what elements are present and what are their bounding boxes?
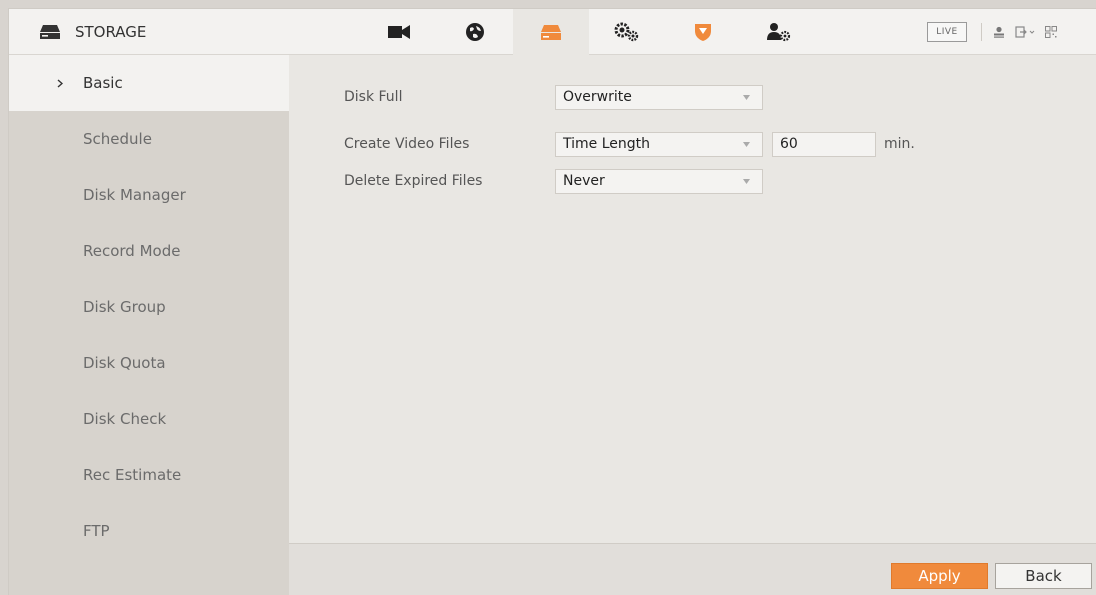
security-shield-icon: [695, 24, 711, 41]
create-video-files-value: Time Length: [563, 136, 651, 152]
sidebar-item-label: Record Mode: [83, 242, 181, 260]
sidebar-item-label: Disk Group: [83, 298, 166, 316]
back-button[interactable]: Back: [995, 563, 1092, 589]
header-divider: [981, 23, 982, 41]
disk-full-value: Overwrite: [563, 89, 632, 105]
logout-icon[interactable]: [1015, 26, 1035, 38]
camera-icon: [388, 25, 410, 39]
tab-camera[interactable]: [361, 9, 437, 55]
storage-icon: [541, 24, 561, 40]
system-gears-icon: [614, 22, 639, 42]
chevron-right-icon: [57, 55, 63, 111]
user-icon[interactable]: [993, 26, 1005, 38]
sidebar-item-label: Basic: [83, 74, 123, 92]
sidebar-item-label: FTP: [83, 522, 110, 540]
create-video-files-select[interactable]: Time Length: [555, 131, 763, 157]
page-title: STORAGE: [75, 23, 147, 41]
create-video-files-label: Create Video Files: [344, 136, 470, 152]
time-length-unit: min.: [884, 136, 915, 152]
apply-button[interactable]: Apply: [891, 563, 988, 589]
account-settings-icon: [767, 23, 791, 42]
sidebar-item-disk-quota[interactable]: Disk Quota: [9, 335, 289, 391]
sidebar-item-rec-estimate[interactable]: Rec Estimate: [9, 447, 289, 503]
sidebar: Basic Schedule Disk Manager Record Mode …: [9, 55, 289, 595]
sidebar-item-disk-group[interactable]: Disk Group: [9, 279, 289, 335]
footer-bar: Apply Back: [289, 543, 1096, 595]
storage-icon: [39, 24, 61, 40]
header-actions: [993, 22, 1057, 42]
tab-storage[interactable]: [513, 9, 589, 55]
delete-expired-files-label: Delete Expired Files: [344, 173, 483, 189]
top-header: STORAGE LIVE: [9, 9, 1096, 55]
disk-full-label: Disk Full: [344, 89, 403, 105]
chevron-down-icon: [743, 141, 750, 147]
basic-settings-panel: Disk Full Overwrite Create Video Files T…: [289, 55, 1096, 543]
sidebar-item-basic[interactable]: Basic: [9, 55, 289, 111]
create-video-files-row: Create Video Files Time Length 60 min.: [344, 131, 915, 157]
qr-code-icon[interactable]: [1045, 26, 1057, 38]
sidebar-item-label: Schedule: [83, 130, 152, 148]
tab-account[interactable]: [741, 9, 817, 55]
sidebar-item-label: Rec Estimate: [83, 466, 182, 484]
chevron-down-icon: [743, 178, 750, 184]
sidebar-item-label: Disk Quota: [83, 354, 166, 372]
delete-expired-files-value: Never: [563, 173, 605, 189]
network-globe-icon: [466, 23, 484, 41]
sidebar-item-disk-manager[interactable]: Disk Manager: [9, 167, 289, 223]
delete-expired-files-select[interactable]: Never: [555, 168, 763, 194]
chevron-down-icon: [743, 94, 750, 100]
main-navigation: [361, 9, 817, 55]
tab-security[interactable]: [665, 9, 741, 55]
sidebar-item-label: Disk Check: [83, 410, 167, 428]
time-length-input[interactable]: 60: [772, 131, 876, 157]
brand: STORAGE: [39, 9, 146, 55]
disk-full-select[interactable]: Overwrite: [555, 84, 763, 110]
sidebar-item-disk-check[interactable]: Disk Check: [9, 391, 289, 447]
live-button[interactable]: LIVE: [927, 22, 967, 42]
sidebar-item-record-mode[interactable]: Record Mode: [9, 223, 289, 279]
sidebar-item-schedule[interactable]: Schedule: [9, 111, 289, 167]
sidebar-item-ftp[interactable]: FTP: [9, 503, 289, 559]
sidebar-item-label: Disk Manager: [83, 186, 186, 204]
disk-full-row: Disk Full Overwrite: [344, 84, 763, 110]
tab-system[interactable]: [589, 9, 665, 55]
delete-expired-files-row: Delete Expired Files Never: [344, 168, 763, 194]
tab-network[interactable]: [437, 9, 513, 55]
storage-settings-window: STORAGE LIVE Basic Schedule Disk Manager…: [8, 8, 1096, 595]
